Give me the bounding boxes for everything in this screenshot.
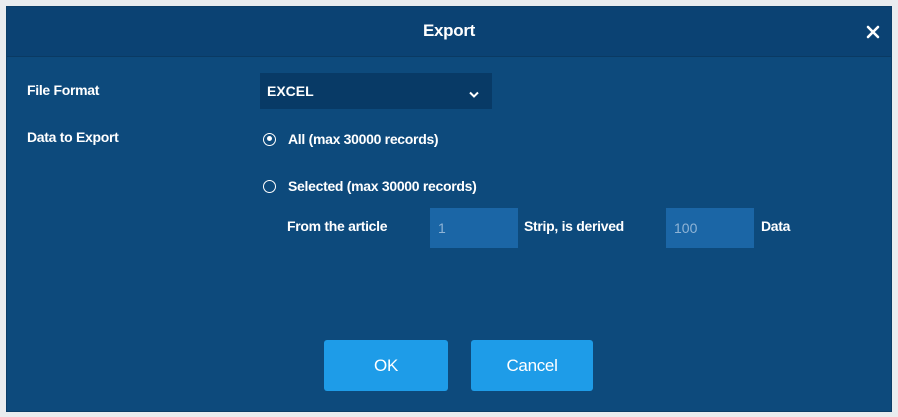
file-format-label: File Format [27, 82, 100, 98]
strip-derived-label: Strip, is derived [524, 218, 624, 234]
file-format-value: EXCEL [267, 83, 314, 99]
radio-all-label: All (max 30000 records) [288, 131, 439, 147]
derived-count-input[interactable] [666, 208, 754, 248]
from-article-label: From the article [287, 218, 388, 234]
radio-all-button[interactable] [263, 132, 276, 146]
ok-button[interactable]: OK [324, 340, 448, 391]
file-format-select[interactable]: EXCEL [260, 73, 492, 109]
radio-all[interactable]: All (max 30000 records) [263, 131, 439, 147]
data-to-export-label: Data to Export [27, 129, 119, 145]
radio-selected[interactable]: Selected (max 30000 records) [263, 178, 477, 194]
close-icon[interactable] [865, 24, 881, 40]
dialog-titlebar: Export [7, 7, 891, 57]
radio-selected-button[interactable] [263, 179, 276, 193]
data-suffix-label: Data [761, 218, 791, 234]
chevron-down-icon [469, 86, 479, 98]
cancel-button[interactable]: Cancel [471, 340, 593, 391]
export-dialog: Export File Format EXCEL Data to Export … [6, 6, 892, 412]
dialog-title: Export [422, 21, 476, 40]
radio-selected-label: Selected (max 30000 records) [288, 178, 477, 194]
from-article-input[interactable] [430, 208, 518, 248]
